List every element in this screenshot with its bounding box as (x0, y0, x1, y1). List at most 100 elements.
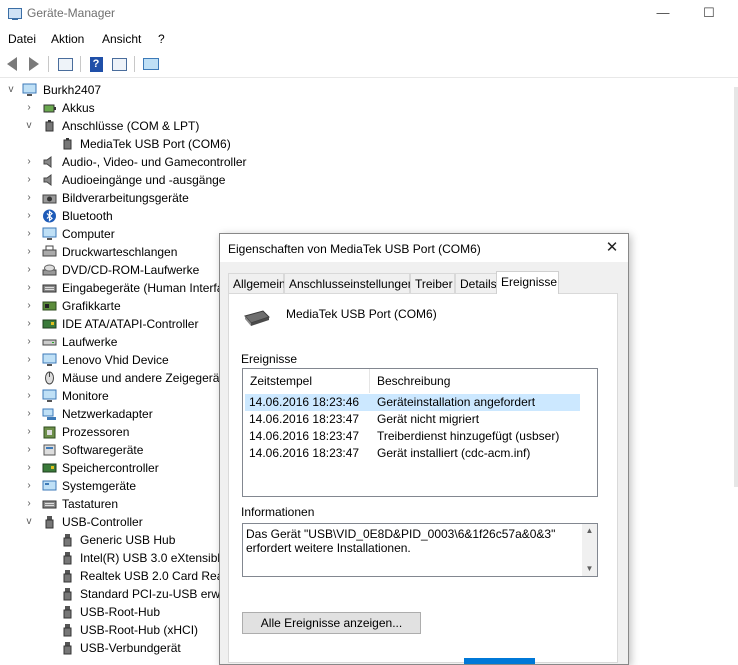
tree-item-label: Prozessoren (62, 425, 130, 439)
tab-treiber[interactable]: Treiber (410, 273, 455, 293)
expand-chevron-icon[interactable]: › (24, 387, 34, 405)
expand-chevron-icon[interactable]: › (24, 261, 34, 279)
system-icon (42, 479, 57, 493)
show-all-events-button[interactable]: Alle Ereignisse anzeigen... (242, 612, 421, 634)
expand-chevron-icon[interactable]: › (24, 369, 34, 387)
toolbar: ? (0, 51, 738, 78)
scroll-down-icon[interactable]: ▼ (582, 562, 597, 576)
expand-chevron-icon[interactable]: › (24, 351, 34, 369)
expand-chevron-icon[interactable]: › (24, 333, 34, 351)
tree-item-label: Audio-, Video- und Gamecontroller (62, 155, 247, 169)
events-list[interactable]: Zeitstempel Beschreibung 14.06.2016 18:2… (242, 368, 598, 497)
tree-item-label: USB-Root-Hub (80, 605, 161, 619)
forward-button[interactable] (26, 55, 42, 73)
tree-item-label: Audioeingänge und -ausgänge (62, 173, 226, 187)
usb-icon (60, 569, 75, 583)
toolbar-separator (48, 56, 49, 72)
expand-chevron-icon[interactable]: › (24, 297, 34, 315)
tree-item-label: Intel(R) USB 3.0 eXtensible (80, 551, 227, 565)
expand-chevron-icon[interactable]: › (24, 153, 34, 171)
window-titlebar: Geräte-Manager — ☐ (0, 0, 738, 28)
collapse-chevron-icon[interactable]: v (6, 81, 16, 99)
expand-chevron-icon[interactable]: › (24, 225, 34, 243)
expand-chevron-icon[interactable]: › (24, 423, 34, 441)
tree-item-label: Bildverarbeitungsgeräte (62, 191, 189, 205)
tree-scrollbar[interactable] (734, 87, 738, 487)
expand-chevron-icon[interactable]: › (24, 207, 34, 225)
expand-chevron-icon[interactable]: › (24, 99, 34, 117)
maximize-button[interactable]: ☐ (686, 0, 732, 28)
toolbar-separator (80, 56, 81, 72)
drive-icon (42, 335, 57, 349)
column-header-beschreibung[interactable]: Beschreibung (377, 374, 450, 388)
events-section-label: Ereignisse (241, 352, 298, 366)
speaker-icon (42, 155, 57, 169)
tree-item-label: Systemgeräte (62, 479, 137, 493)
port-icon (60, 137, 75, 151)
menu-bar: Datei Aktion Ansicht ? (0, 29, 738, 49)
expand-chevron-icon[interactable]: › (24, 279, 34, 297)
usb-icon (60, 605, 75, 619)
tab-allgemein[interactable]: Allgemein (228, 273, 286, 293)
expand-chevron-icon[interactable]: › (24, 495, 34, 513)
expand-chevron-icon[interactable]: › (24, 405, 34, 423)
menu-aktion[interactable]: Aktion (51, 32, 84, 46)
tree-root-label: Burkh2407 (43, 83, 102, 97)
event-description: Geräteinstallation angefordert (377, 395, 536, 409)
minimize-button[interactable]: — (640, 0, 686, 28)
menu-help[interactable]: ? (158, 32, 165, 46)
properties-button[interactable] (110, 55, 128, 73)
tab-details[interactable]: Details (455, 273, 497, 293)
scan-monitor-icon (143, 58, 159, 70)
info-scrollbar[interactable]: ▲ ▼ (582, 524, 597, 576)
expand-chevron-icon[interactable]: › (24, 189, 34, 207)
speaker-icon (42, 173, 57, 187)
menu-ansicht[interactable]: Ansicht (102, 32, 141, 46)
info-textbox[interactable]: Das Gerät "USB\VID_0E8D&PID_0003\6&1f26c… (242, 523, 598, 577)
bluetooth-icon (42, 209, 57, 223)
close-icon[interactable]: ✕ (598, 234, 626, 262)
ok-button-edge[interactable] (464, 658, 535, 664)
expand-chevron-icon[interactable]: › (24, 315, 34, 333)
back-button[interactable] (4, 55, 20, 73)
scroll-up-icon[interactable]: ▲ (582, 524, 597, 538)
tree-item-label: Computer (62, 227, 115, 241)
tree-item-label: Grafikkarte (62, 299, 121, 313)
column-separator[interactable] (369, 369, 370, 393)
event-row[interactable]: 14.06.2016 18:23:47 Gerät installiert (c… (245, 445, 580, 462)
event-description: Gerät installiert (cdc-acm.inf) (377, 446, 531, 460)
monitor-icon (42, 389, 57, 403)
column-header-zeitstempel[interactable]: Zeitstempel (250, 374, 312, 388)
expand-chevron-icon[interactable]: › (24, 441, 34, 459)
event-row[interactable]: 14.06.2016 18:23:47 Gerät nicht migriert (245, 411, 580, 428)
show-hide-tree-button[interactable] (56, 55, 74, 73)
back-arrow-icon (7, 57, 17, 71)
monitor-icon (42, 227, 57, 241)
display-adapter-icon (42, 299, 57, 313)
tab-ereignisse[interactable]: Ereignisse (496, 271, 559, 294)
scan-hardware-button[interactable] (142, 55, 160, 73)
event-description: Gerät nicht migriert (377, 412, 480, 426)
device-name: MediaTek USB Port (COM6) (286, 307, 437, 321)
tab-anschlusseinstellungen[interactable]: Anschlusseinstellungen (284, 273, 414, 293)
expand-chevron-icon[interactable]: › (24, 171, 34, 189)
tree-item-label: USB-Root-Hub (xHCI) (80, 623, 199, 637)
tree-item-label: Speichercontroller (62, 461, 159, 475)
usb-icon (60, 623, 75, 637)
tree-item-label: Bluetooth (62, 209, 113, 223)
expand-chevron-icon[interactable]: › (24, 477, 34, 495)
events-list-header: Zeitstempel Beschreibung (243, 369, 597, 393)
expand-chevron-icon[interactable]: › (24, 459, 34, 477)
menu-datei[interactable]: Datei (8, 32, 36, 46)
event-row[interactable]: 14.06.2016 18:23:47 Treiberdienst hinzug… (245, 428, 580, 445)
help-button[interactable]: ? (88, 55, 104, 73)
device-manager-icon (8, 8, 22, 20)
collapse-chevron-icon[interactable]: v (24, 117, 34, 135)
event-row[interactable]: 14.06.2016 18:23:46 Geräteinstallation a… (245, 394, 580, 411)
help-icon: ? (89, 56, 103, 72)
collapse-chevron-icon[interactable]: v (24, 513, 34, 531)
tree-item-label: Lenovo Vhid Device (62, 353, 169, 367)
tree-item-label: USB-Controller (62, 515, 143, 529)
expand-chevron-icon[interactable]: › (24, 243, 34, 261)
keyboard-icon (42, 497, 57, 511)
